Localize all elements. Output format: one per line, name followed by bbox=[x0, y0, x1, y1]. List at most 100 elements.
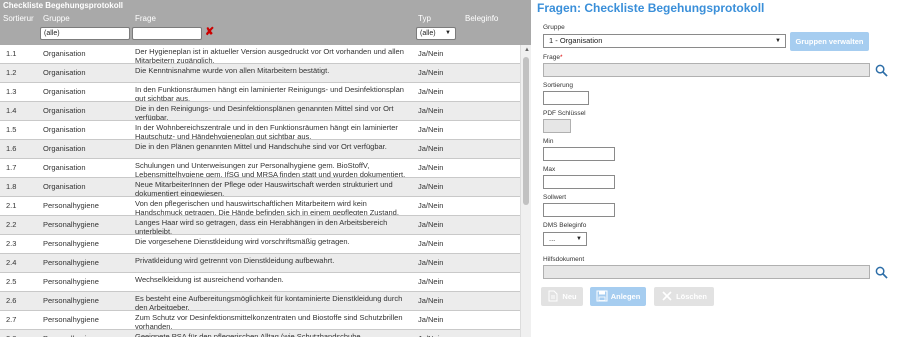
table-row[interactable]: 2.3 Personalhygiene Die vorgesehene Dienst… bbox=[0, 235, 520, 254]
table-row[interactable]: 1.2 Organisation Die Kenntnisnahme wurde v… bbox=[0, 64, 520, 83]
cell-question: Langes Haar wird so getragen, dass ein H… bbox=[135, 218, 388, 235]
clear-filter-icon[interactable]: ✘ bbox=[205, 25, 214, 38]
group-filter-value: (alle) bbox=[44, 30, 60, 37]
cell-question: Neue MitarbeiterInnen der Pflege oder Ha… bbox=[135, 180, 393, 197]
cell-type: Ja/Nein bbox=[418, 68, 444, 77]
cell-sort: 1.6 bbox=[6, 144, 17, 153]
cell-type: Ja/Nein bbox=[418, 182, 444, 191]
target-input[interactable] bbox=[543, 203, 615, 217]
max-input[interactable] bbox=[543, 175, 615, 189]
table-row[interactable]: 2.8PersonalhygieneGeeignete PSA für den … bbox=[0, 330, 520, 337]
col-header-sort[interactable]: Sortierur bbox=[3, 14, 34, 23]
question-filter-input[interactable] bbox=[132, 27, 202, 40]
form-title: Fragen: Checkliste Begehungsprotokoll bbox=[537, 1, 765, 15]
table-row[interactable]: 1.5 Organisation In der Wohnbereichszentra… bbox=[0, 121, 520, 140]
col-header-question[interactable]: Frage bbox=[135, 14, 156, 23]
col-header-group[interactable]: Gruppe bbox=[43, 14, 70, 23]
table-row[interactable]: 1.4 Organisation Die in den Reinigungs- un… bbox=[0, 102, 520, 121]
cell-sort: 2.7 bbox=[6, 315, 17, 324]
grid-rows: 1.1 Organisation Der Hygieneplan ist in ak… bbox=[0, 45, 520, 337]
pdf-key-label: PDF Schlüssel bbox=[543, 110, 586, 117]
table-row[interactable]: 1.6 Organisation Die in den Plänen genannt… bbox=[0, 140, 520, 159]
question-form: Fragen: Checkliste Begehungsprotokoll Gr… bbox=[531, 0, 900, 337]
group-select[interactable]: 1 - Organisation ▼ bbox=[543, 34, 786, 48]
col-header-info[interactable]: Beleginfo bbox=[465, 14, 498, 23]
cell-sort: 2.1 bbox=[6, 201, 17, 210]
create-button[interactable]: Anlegen bbox=[590, 287, 646, 306]
document-icon bbox=[548, 290, 558, 302]
group-filter-input[interactable]: (alle) bbox=[40, 27, 130, 40]
cell-sort: 1.2 bbox=[6, 68, 17, 77]
cell-group: Organisation bbox=[43, 144, 86, 153]
grid-header: Sortierur Gruppe Frage Typ Beleginfo (al… bbox=[0, 11, 531, 45]
group-label: Gruppe bbox=[543, 24, 565, 31]
table-row[interactable]: 2.5 Personalhygiene Wechselkleidung ist au… bbox=[0, 273, 520, 292]
cell-question: In der Wohnbereichszentrale und in den F… bbox=[135, 123, 398, 140]
cell-type: Ja/Nein bbox=[418, 87, 444, 96]
question-label-text: Frage bbox=[543, 54, 560, 61]
cell-sort: 1.3 bbox=[6, 87, 17, 96]
min-input[interactable] bbox=[543, 147, 615, 161]
scrollbar-thumb[interactable] bbox=[523, 57, 529, 205]
table-row[interactable]: 1.7 Organisation Schulungen und Unterweisu… bbox=[0, 159, 520, 178]
grid-scrollbar[interactable]: ▲ bbox=[520, 45, 531, 337]
cell-type: Ja/Nein bbox=[418, 201, 444, 210]
cell-group: Organisation bbox=[43, 49, 86, 58]
help-doc-input[interactable] bbox=[543, 265, 870, 279]
cell-group: Organisation bbox=[43, 182, 86, 191]
question-input[interactable] bbox=[543, 63, 870, 77]
max-label: Max bbox=[543, 166, 556, 173]
table-row[interactable]: 2.7 Personalhygiene Zum Schutz vor Desinfe… bbox=[0, 311, 520, 330]
cell-question: Wechselkleidung ist ausreichend vorhande… bbox=[135, 275, 284, 284]
cell-group: Personalhygiene bbox=[43, 239, 99, 248]
search-icon[interactable] bbox=[875, 64, 888, 77]
cell-group: Organisation bbox=[43, 68, 86, 77]
cell-group: Personalhygiene bbox=[43, 315, 99, 324]
target-label: Sollwert bbox=[543, 194, 567, 201]
table-row[interactable]: 2.2 Personalhygiene Langes Haar wird so ge… bbox=[0, 216, 520, 235]
cell-sort: 2.5 bbox=[6, 277, 17, 286]
delete-button-label: Löschen bbox=[676, 292, 707, 301]
cell-type: Ja/Nein bbox=[418, 220, 444, 229]
table-row[interactable]: 1.3 Organisation In den Funktionsräumen hä… bbox=[0, 83, 520, 102]
dms-select[interactable]: ... ▼ bbox=[543, 232, 587, 246]
cell-question: Die vorgesehene Dienstkleidung wird vors… bbox=[135, 237, 350, 246]
cell-type: Ja/Nein bbox=[418, 144, 444, 153]
table-row[interactable]: 2.6 Personalhygiene Es besteht eine Aufber… bbox=[0, 292, 520, 311]
cell-sort: 1.1 bbox=[6, 49, 17, 58]
new-button[interactable]: Neu bbox=[541, 287, 583, 306]
save-icon bbox=[596, 290, 608, 302]
manage-groups-button[interactable]: Gruppen verwalten bbox=[790, 32, 869, 51]
help-doc-label: Hilfsdokument bbox=[543, 256, 585, 263]
cell-group: Organisation bbox=[43, 125, 86, 134]
cell-group: Personalhygiene bbox=[43, 201, 99, 210]
min-label: Min bbox=[543, 138, 554, 145]
cell-question: Es besteht eine Aufbereitungsmöglichkeit… bbox=[135, 294, 403, 311]
table-row[interactable]: 2.1 Personalhygiene Von den pflegerischen … bbox=[0, 197, 520, 216]
cell-type: Ja/Nein bbox=[418, 163, 444, 172]
cell-type: Ja/Nein bbox=[418, 49, 444, 58]
search-icon[interactable] bbox=[875, 266, 888, 279]
grid-title: Checkliste Begehungsprotokoll bbox=[0, 0, 531, 11]
chevron-down-icon: ▼ bbox=[576, 236, 582, 242]
pdf-key-input[interactable] bbox=[543, 119, 571, 133]
cell-type: Ja/Nein bbox=[418, 239, 444, 248]
group-select-value: 1 - Organisation bbox=[549, 36, 603, 45]
cell-type: Ja/Nein bbox=[418, 315, 444, 324]
table-row[interactable]: 2.4 Personalhygiene Privatkleidung wird ge… bbox=[0, 254, 520, 273]
cell-sort: 1.5 bbox=[6, 125, 17, 134]
cell-question: Der Hygieneplan ist in aktueller Version… bbox=[135, 47, 404, 64]
scroll-up-icon[interactable]: ▲ bbox=[524, 47, 530, 53]
col-header-type[interactable]: Typ bbox=[418, 14, 431, 23]
cell-group: Personalhygiene bbox=[43, 258, 99, 267]
cell-group: Personalhygiene bbox=[43, 277, 99, 286]
dms-label: DMS Beleginfo bbox=[543, 222, 587, 229]
required-mark: * bbox=[559, 54, 563, 61]
table-row[interactable]: 1.8 Organisation Neue MitarbeiterInnen der… bbox=[0, 178, 520, 197]
sort-input[interactable] bbox=[543, 91, 589, 105]
table-row[interactable]: 1.1 Organisation Der Hygieneplan ist in ak… bbox=[0, 45, 520, 64]
cell-sort: 1.4 bbox=[6, 106, 17, 115]
delete-button[interactable]: Löschen bbox=[654, 287, 714, 306]
type-filter-select[interactable]: (alle) ▼ bbox=[416, 27, 456, 40]
cell-question: Von den pflegerischen und hauswirtschaft… bbox=[135, 199, 399, 216]
